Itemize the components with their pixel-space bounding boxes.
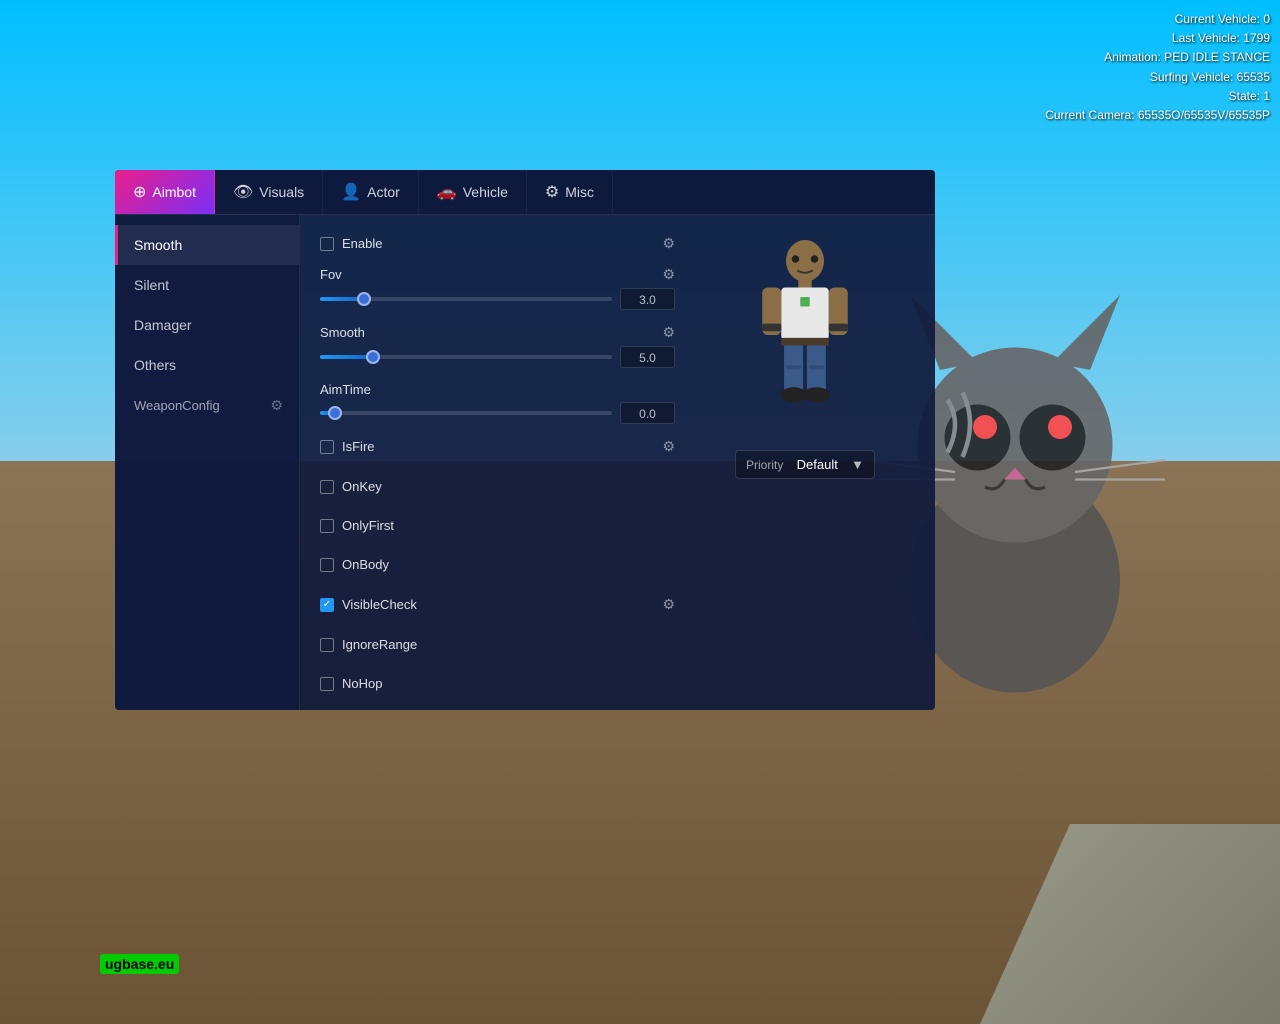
sidebar-weapon-config[interactable]: WeaponConfig ⚙ (115, 385, 299, 426)
visuals-icon: 👁 (233, 182, 253, 202)
content-area: Smooth Silent Damager Others WeaponConfi… (115, 215, 935, 710)
visiblecheck-settings-gear-icon[interactable]: ⚙ (662, 596, 675, 613)
visiblecheck-checkbox[interactable] (320, 598, 334, 612)
hud-info: Current Vehicle: 0 Last Vehicle: 1799 An… (1045, 10, 1270, 125)
controls-right: Priority Default ▼ (695, 235, 915, 710)
controls-left: Enable ⚙ Fov ⚙ (320, 235, 675, 710)
aimtime-slider-group: AimTime 0.0 (320, 382, 675, 424)
hud-last-vehicle: Last Vehicle: 1799 (1045, 29, 1270, 48)
dropdown-arrow-icon: ▼ (851, 457, 864, 472)
isfire-label: IsFire (342, 439, 654, 454)
aimtime-slider-container: 0.0 (320, 402, 675, 424)
smooth-label: Smooth (320, 325, 365, 340)
priority-label: Priority (746, 458, 783, 472)
aimtime-label: AimTime (320, 382, 371, 397)
isfire-row: IsFire ⚙ (320, 438, 675, 455)
fov-slider-track[interactable] (320, 297, 612, 301)
sidebar: Smooth Silent Damager Others WeaponConfi… (115, 215, 300, 710)
priority-dropdown[interactable]: Priority Default ▼ (735, 450, 875, 479)
aimtime-slider-track[interactable] (320, 411, 612, 415)
smooth-slider-group: Smooth ⚙ 5.0 (320, 324, 675, 368)
onbody-checkbox[interactable] (320, 558, 334, 572)
sidebar-item-others[interactable]: Others (115, 345, 299, 385)
aimtime-slider-value: 0.0 (620, 402, 675, 424)
watermark: ugbase.eu (100, 956, 179, 974)
isfire-checkbox[interactable] (320, 440, 334, 454)
aimbot-icon: ⊕ (133, 182, 146, 202)
smooth-slider-track[interactable] (320, 355, 612, 359)
tab-actor-label: Actor (367, 184, 400, 200)
hud-state: State: 1 (1045, 87, 1270, 106)
ignorerange-label: IgnoreRange (342, 637, 675, 652)
fov-settings-gear-icon[interactable]: ⚙ (662, 266, 675, 283)
onbody-label: OnBody (342, 557, 675, 572)
onbody-row: OnBody (320, 557, 675, 572)
fov-slider-value: 3.0 (620, 288, 675, 310)
visiblecheck-label: VisibleCheck (342, 597, 654, 612)
hud-camera: Current Camera: 65535O/65535V/65535P (1045, 106, 1270, 125)
tab-vehicle[interactable]: 🚗 Vehicle (419, 170, 527, 214)
tab-bar: ⊕ Aimbot 👁 Visuals 👤 Actor 🚗 Vehicle ⚙ M… (115, 170, 935, 215)
nohop-checkbox[interactable] (320, 677, 334, 691)
hud-animation: Animation: PED IDLE STANCE (1045, 48, 1270, 67)
smooth-slider-value: 5.0 (620, 346, 675, 368)
fov-slider-thumb[interactable] (357, 292, 371, 306)
onlyfirst-row: OnlyFirst (320, 518, 675, 533)
hud-surfing-vehicle: Surfing Vehicle: 65535 (1045, 68, 1270, 87)
checkbox-list: IsFire ⚙ OnKey OnlyFirst (320, 438, 675, 710)
ignorerange-row: IgnoreRange (320, 637, 675, 652)
ignorerange-checkbox[interactable] (320, 638, 334, 652)
fov-slider-container: 3.0 (320, 288, 675, 310)
tab-actor[interactable]: 👤 Actor (323, 170, 419, 214)
tab-misc[interactable]: ⚙ Misc (527, 170, 613, 214)
vehicle-icon: 🚗 (437, 182, 457, 202)
character-svg (745, 240, 865, 430)
tab-vehicle-label: Vehicle (463, 184, 508, 200)
main-content-area: Enable ⚙ Fov ⚙ (300, 215, 935, 710)
smooth-slider-fill (320, 355, 373, 359)
tab-misc-label: Misc (565, 184, 594, 200)
enable-label: Enable (342, 236, 654, 251)
actor-icon: 👤 (341, 182, 361, 202)
sidebar-item-damager[interactable]: Damager (115, 305, 299, 345)
enable-row: Enable ⚙ (320, 235, 675, 252)
controls-section: Enable ⚙ Fov ⚙ (320, 235, 915, 710)
main-panel: ⊕ Aimbot 👁 Visuals 👤 Actor 🚗 Vehicle ⚙ M… (115, 170, 935, 710)
smooth-settings-gear-icon[interactable]: ⚙ (662, 324, 675, 341)
onkey-row: OnKey (320, 479, 675, 494)
priority-value: Default (797, 457, 838, 472)
weapon-config-gear-icon: ⚙ (270, 397, 283, 414)
misc-icon: ⚙ (545, 182, 559, 202)
isfire-settings-gear-icon[interactable]: ⚙ (662, 438, 675, 455)
enable-checkbox[interactable] (320, 237, 334, 251)
character-model (725, 235, 885, 435)
onkey-checkbox[interactable] (320, 480, 334, 494)
tab-visuals-label: Visuals (259, 184, 304, 200)
aimtime-slider-thumb[interactable] (328, 406, 342, 420)
hud-current-vehicle: Current Vehicle: 0 (1045, 10, 1270, 29)
tab-aimbot-label: Aimbot (152, 184, 196, 200)
smooth-slider-thumb[interactable] (366, 350, 380, 364)
fov-slider-group: Fov ⚙ 3.0 (320, 266, 675, 310)
visiblecheck-row: VisibleCheck ⚙ (320, 596, 675, 613)
tab-aimbot[interactable]: ⊕ Aimbot (115, 170, 215, 214)
fov-label: Fov (320, 267, 342, 282)
onkey-label: OnKey (342, 479, 675, 494)
nohop-label: NoHop (342, 676, 675, 691)
enable-settings-gear-icon[interactable]: ⚙ (662, 235, 675, 252)
sidebar-item-silent[interactable]: Silent (115, 265, 299, 305)
onlyfirst-label: OnlyFirst (342, 518, 675, 533)
nohop-row: NoHop (320, 676, 675, 691)
sidebar-item-smooth[interactable]: Smooth (115, 225, 299, 265)
onlyfirst-checkbox[interactable] (320, 519, 334, 533)
tab-visuals[interactable]: 👁 Visuals (215, 170, 323, 214)
smooth-slider-container: 5.0 (320, 346, 675, 368)
